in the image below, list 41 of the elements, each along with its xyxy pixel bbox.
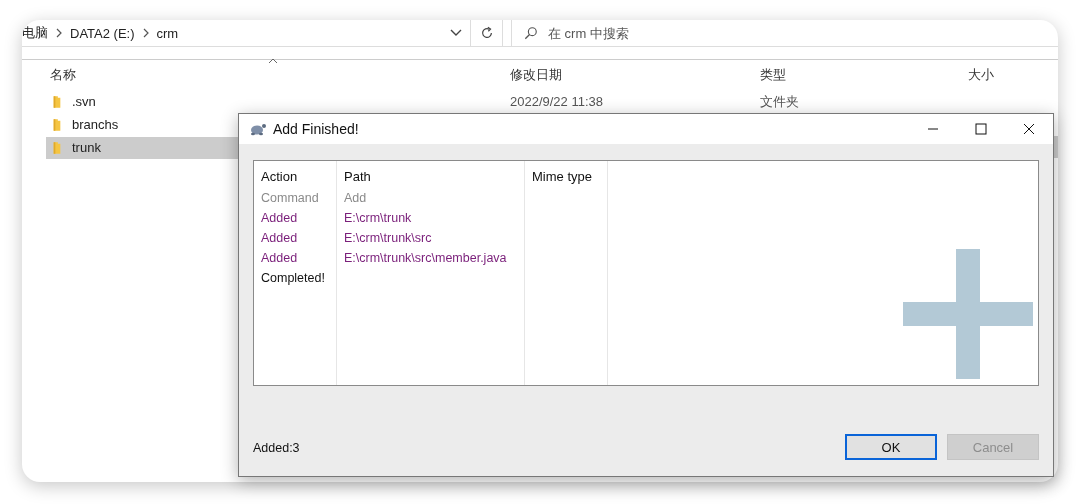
action-cell-text: Command — [261, 190, 320, 207]
ok-button[interactable]: OK — [845, 434, 937, 460]
close-icon — [1023, 123, 1035, 135]
plus-icon — [903, 249, 1033, 379]
summary-text: Added:3 — [253, 441, 300, 455]
path-cell-text: Add — [344, 190, 368, 207]
chevron-icon — [142, 28, 149, 38]
path-cell-text: E:\crm\trunk\src — [344, 230, 433, 247]
column-header[interactable]: 修改日期 — [510, 66, 562, 84]
action-cell-text: Completed! — [261, 270, 326, 287]
column-header[interactable]: Path — [344, 166, 524, 188]
path-cell-text: E:\crm\trunk\src\member.java — [344, 250, 508, 267]
action-cell-text: Added — [261, 230, 299, 247]
turtle-icon — [249, 121, 267, 137]
column-header[interactable]: 名称 — [50, 66, 76, 84]
folder-icon — [52, 94, 62, 109]
folder-icon — [52, 140, 62, 155]
chevron-icon — [56, 28, 62, 38]
dropdown-icon[interactable] — [450, 29, 462, 37]
breadcrumb-item[interactable]: DATA2 (E:) — [70, 25, 135, 41]
sort-icon — [268, 58, 278, 64]
column-header[interactable]: Mime type — [532, 166, 607, 188]
breadcrumb-item[interactable]: 电脑 — [22, 24, 48, 42]
column-header[interactable]: 大小 — [968, 66, 994, 84]
column-header[interactable]: Action — [261, 166, 336, 188]
type-cell: 文件夹 — [760, 92, 799, 111]
date-cell: 2022/9/22 11:38 — [510, 94, 603, 109]
action-cell-text: Added — [261, 210, 299, 227]
search-icon — [524, 26, 538, 40]
maximize-icon — [975, 123, 987, 135]
refresh-button[interactable] — [471, 20, 503, 46]
file-item[interactable]: branchs — [46, 113, 244, 136]
folder-icon — [52, 117, 62, 132]
path-cell-text: E:\crm\trunk — [344, 210, 413, 227]
refresh-icon — [479, 26, 494, 40]
breadcrumb-item[interactable]: crm — [156, 25, 179, 41]
window-title: Add Finished! — [273, 121, 359, 137]
action-cell-text: Added — [261, 250, 299, 267]
search-field[interactable]: 在 crm 中搜索 — [548, 25, 1058, 41]
file-item[interactable]: .svn — [46, 90, 244, 113]
column-header[interactable]: 类型 — [760, 66, 786, 84]
